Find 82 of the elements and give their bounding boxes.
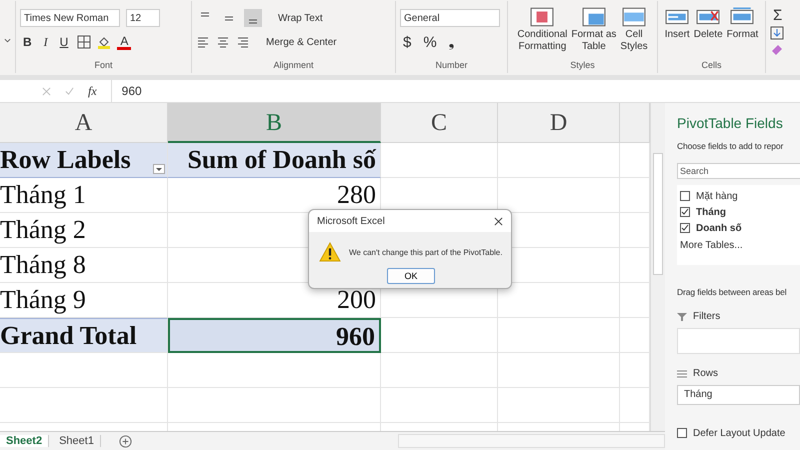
field-label: Doanh số	[696, 222, 742, 234]
align-icon[interactable]	[196, 35, 210, 49]
sheet-tab[interactable]: Sheet2	[0, 435, 50, 448]
checkbox[interactable]	[680, 207, 690, 217]
horizontal-scrollbar[interactable]	[398, 434, 665, 448]
comma-button[interactable]: ❟	[446, 34, 458, 50]
sheet-tab[interactable]: Sheet1	[53, 435, 101, 448]
close-icon[interactable]	[494, 216, 503, 226]
dialog-message: We can't change this part of the PivotTable.	[349, 248, 502, 256]
bold-button[interactable]: B	[20, 35, 35, 49]
eraser-icon[interactable]	[770, 42, 784, 56]
align-icon[interactable]	[216, 35, 230, 49]
table-cell: Tháng 8	[0, 248, 168, 283]
ribbon-button[interactable]: Format as Table	[571, 7, 616, 53]
group-label: Styles	[569, 60, 596, 70]
cells-icon	[730, 7, 754, 27]
align-icon[interactable]	[236, 35, 250, 49]
column-header[interactable]: A	[0, 103, 168, 143]
field-label: Tháng	[696, 206, 726, 218]
table-cell: Tháng 1	[0, 178, 168, 213]
field-label: Mặt hàng	[696, 190, 738, 202]
caret-icon[interactable]	[4, 38, 11, 42]
number-format-dropdown[interactable]: General	[400, 9, 500, 27]
fill-icon[interactable]	[770, 26, 784, 40]
table-cell: Tháng 2	[0, 213, 168, 248]
table-cell: Sum of Doanh số	[168, 143, 381, 178]
dialog-title: Microsoft Excel	[317, 216, 385, 226]
ribbon-button[interactable]: Cell Styles	[620, 7, 648, 53]
group-label: Number	[434, 60, 468, 70]
font-size-dropdown[interactable]: 12	[126, 9, 160, 27]
wrap-text-button[interactable]: Wrap Text	[278, 12, 323, 24]
add-sheet-icon[interactable]	[118, 434, 132, 448]
table-cell: 960	[168, 318, 381, 353]
table-cell: Grand Total	[0, 318, 168, 353]
borders-icon[interactable]	[77, 35, 92, 49]
checkbox[interactable]	[680, 223, 690, 233]
panel-title: PivotTable Fields	[677, 115, 784, 131]
group-label: Cells	[700, 60, 722, 70]
cells-icon	[696, 7, 720, 27]
ribbon-button[interactable]: Conditional Formatting	[517, 7, 568, 53]
filter-icon	[677, 312, 687, 322]
merge-center-button[interactable]: Merge & Center	[266, 36, 337, 48]
rows-icon	[677, 368, 687, 378]
underline-button[interactable]: U	[56, 35, 72, 49]
checkbox-label: Defer Layout Update	[693, 428, 786, 438]
autosum-button[interactable]: Σ	[770, 7, 796, 24]
filter-dropdown-icon[interactable]	[153, 164, 165, 174]
group-label: Alignment	[272, 60, 315, 70]
align-icon[interactable]	[244, 9, 262, 27]
percent-button[interactable]: %	[420, 34, 440, 50]
ribbon-button[interactable]: Delete	[694, 7, 723, 41]
currency-button[interactable]: $	[400, 34, 414, 50]
column-header[interactable]: D	[498, 103, 620, 143]
table-style-icon	[622, 7, 646, 27]
font-color-button[interactable]: A	[117, 34, 132, 50]
more-tables-link[interactable]: More Tables...	[680, 240, 800, 251]
font-name-dropdown[interactable]: Times New Roman	[20, 9, 120, 27]
drag-hint: Drag fields between areas bel	[677, 287, 788, 297]
checkbox[interactable]	[680, 191, 690, 201]
group-label: Font	[93, 60, 114, 70]
insert-function-button[interactable]: fx	[88, 84, 97, 98]
area-label: Rows	[693, 368, 718, 379]
checkbox[interactable]	[677, 428, 687, 438]
rows-field-dropdown[interactable]: Tháng	[677, 385, 800, 405]
area-label: Filters	[693, 311, 720, 322]
cells-icon	[665, 7, 690, 27]
table-style-icon	[530, 7, 554, 27]
panel-subtitle: Choose fields to add to repor	[677, 141, 784, 151]
column-header[interactable]: C	[381, 103, 498, 143]
table-style-icon	[582, 7, 606, 27]
ribbon-button[interactable]: Insert	[664, 7, 690, 41]
italic-button[interactable]: I	[40, 34, 51, 50]
warning-icon	[319, 242, 341, 262]
table-cell: Row Labels	[0, 143, 168, 178]
search-field[interactable]: Search	[677, 163, 800, 179]
fill-color-icon[interactable]	[97, 35, 112, 49]
vertical-scrollbar[interactable]	[650, 103, 665, 432]
column-header[interactable]: B	[168, 103, 381, 143]
formula-input[interactable]: 960	[110, 80, 800, 102]
ribbon-button[interactable]: Format	[726, 7, 758, 41]
ok-button[interactable]: OK	[387, 268, 435, 284]
check-icon[interactable]	[65, 86, 74, 96]
